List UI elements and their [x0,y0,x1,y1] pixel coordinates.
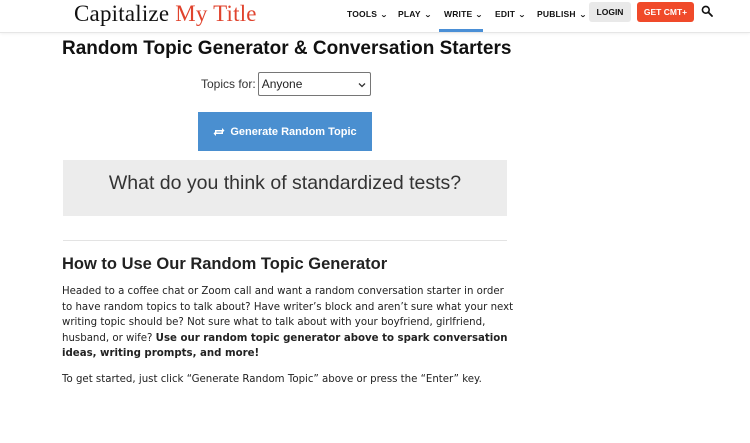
nav-write[interactable]: WRITE ⌄ [444,9,484,19]
chevron-down-icon: ⌄ [380,12,389,19]
chevron-down-icon: ⌄ [475,12,484,19]
generated-topic-text: What do you think of standardized tests? [108,171,462,194]
chevron-down-icon [358,83,366,88]
topics-label: Topics for: [201,77,256,91]
search-icon[interactable] [701,5,713,17]
refresh-icon [213,127,225,136]
nav-play-label: PLAY [398,9,421,19]
logo-main-text: Capitalize [74,1,170,26]
intro-paragraph: Headed to a coffee chat or Zoom call and… [62,284,514,362]
topics-selected-value: Anyone [261,77,303,91]
topic-display-box: What do you think of standardized tests? [63,160,507,216]
generate-button-label: Generate Random Topic [230,125,357,138]
nav-publish[interactable]: PUBLISH ⌄ [537,9,586,19]
generate-random-topic-button[interactable]: Generate Random Topic [198,112,372,151]
section-divider [63,240,507,241]
logo-accent-text: My Title [175,1,257,26]
site-header: Capitalize My Title TOOLS ⌄ PLAY ⌄ WRITE ⌄ … [0,0,750,33]
nav-edit[interactable]: EDIT ⌄ [495,9,527,19]
chevron-down-icon: ⌄ [518,12,527,19]
nav-publish-label: PUBLISH [537,9,576,19]
nav-play[interactable]: PLAY ⌄ [398,9,431,19]
nav-write-label: WRITE [444,9,473,19]
nav-tools[interactable]: TOOLS ⌄ [347,9,389,19]
active-nav-indicator [439,29,483,32]
topics-select[interactable]: Anyone [257,72,371,96]
site-logo[interactable]: Capitalize My Title [74,1,257,27]
instructions-paragraph: To get started, just click “Generate Ran… [62,374,482,385]
how-to-use-heading: How to Use Our Random Topic Generator [62,255,388,273]
nav-edit-label: EDIT [495,9,516,19]
nav-tools-label: TOOLS [347,9,378,19]
chevron-down-icon: ⌄ [423,12,432,19]
page-title: Random Topic Generator & Conversation St… [62,38,512,59]
chevron-down-icon: ⌄ [578,12,587,19]
topics-selector-row: Topics for: Anyone [201,72,371,96]
get-cmt-plus-button[interactable]: GET CMT+ [637,2,694,22]
login-button[interactable]: LOGIN [589,2,631,22]
